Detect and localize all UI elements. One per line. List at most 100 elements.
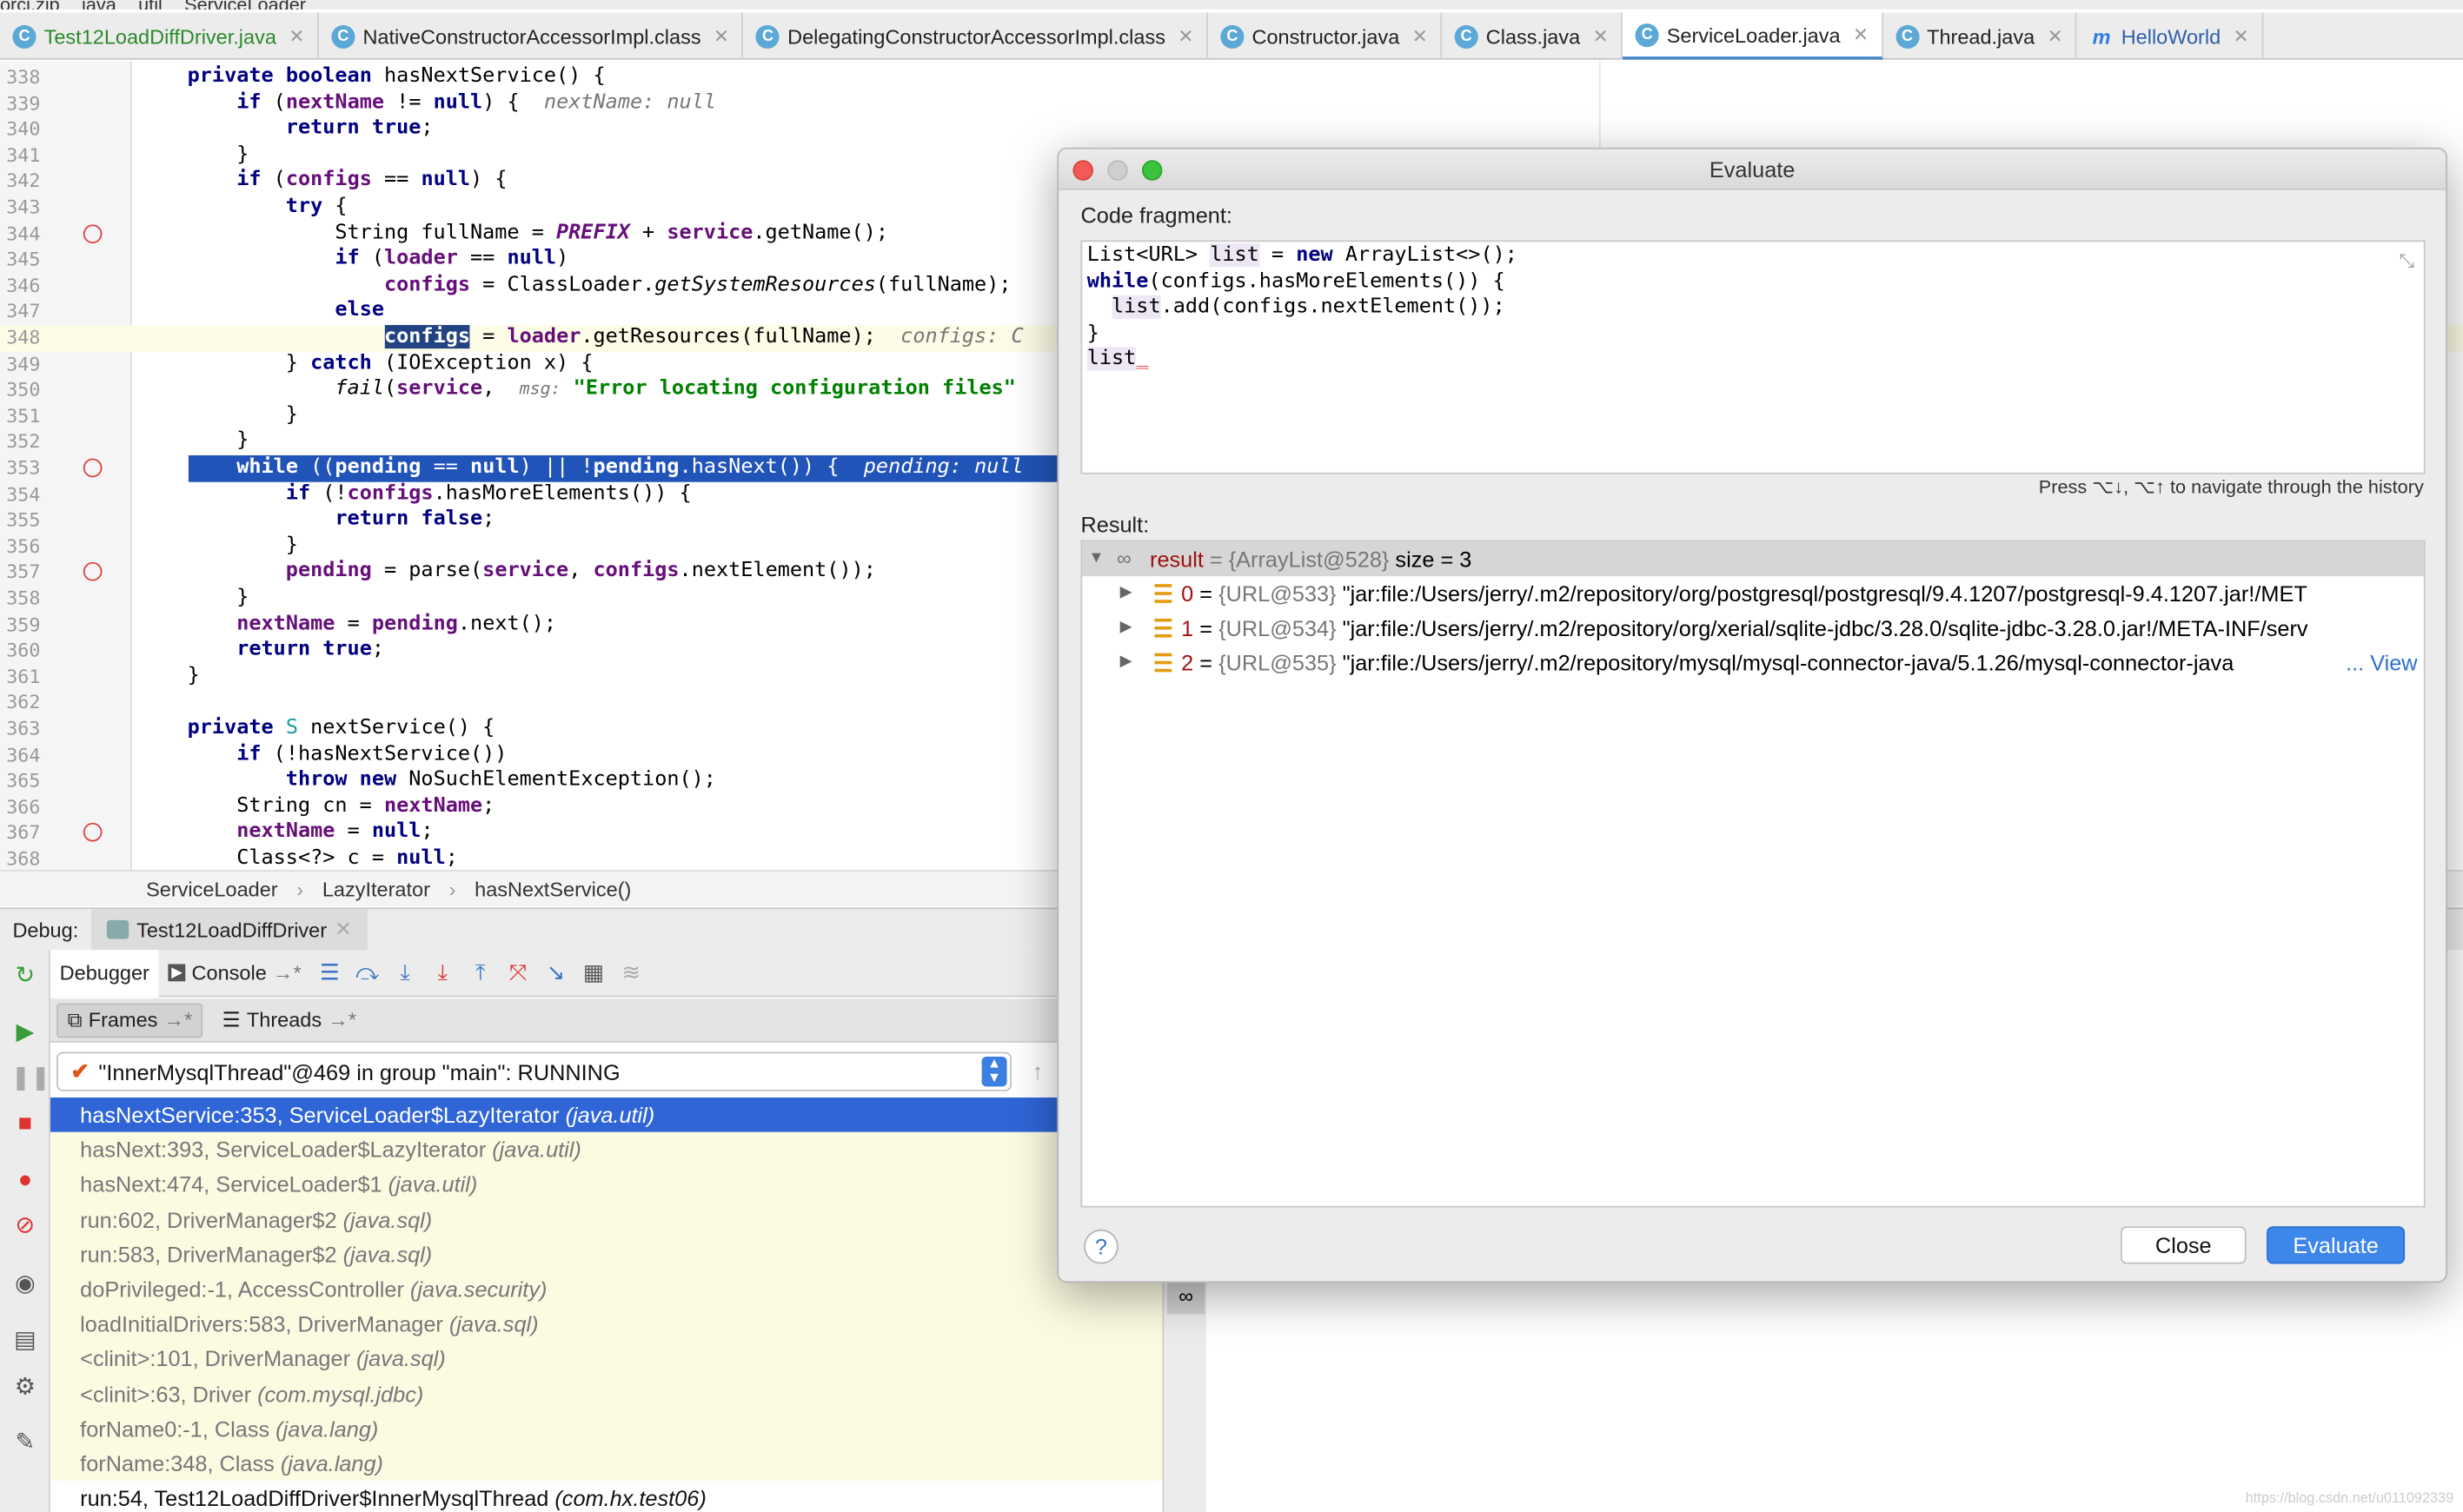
evaluate-button[interactable]: Evaluate [2267, 1226, 2406, 1264]
stack-frame[interactable]: hasNextService:353, ServiceLoader$LazyIt… [50, 1098, 1163, 1133]
tab-constructor-java[interactable]: C Constructor.java ✕ [1208, 12, 1443, 60]
close-icon[interactable]: ✕ [2048, 25, 2063, 47]
close-button[interactable]: Close [2120, 1226, 2247, 1264]
thread-selector[interactable]: ✔ "InnerMysqlThread"@469 in group "main"… [56, 1051, 1012, 1091]
view-link[interactable]: ... View [2346, 646, 2418, 680]
close-window-button[interactable] [1072, 160, 1093, 181]
breakpoint-icon[interactable] [83, 223, 103, 243]
rerun-icon[interactable]: ↻ [11, 963, 40, 991]
expand-down-icon[interactable]: ▼ [1089, 541, 1105, 576]
class-icon: C [1454, 24, 1478, 49]
tab-test12loaddiffdriver-java[interactable]: C Test12LoadDiffDriver.java ✕ [0, 12, 319, 60]
stack-frame[interactable]: loadInitialDrivers:583, DriverManager (j… [50, 1306, 1163, 1342]
breakpoint-icon[interactable] [83, 823, 103, 843]
evaluate-expression-icon[interactable]: ▦ [574, 959, 612, 986]
resume-icon[interactable]: ▶ [11, 1019, 40, 1048]
chevron-up-down-icon[interactable]: ▲ ▼ [981, 1056, 1007, 1087]
close-icon[interactable]: ✕ [1593, 25, 1609, 47]
pause-icon[interactable]: ❚❚ [11, 1064, 50, 1093]
nav-crumb[interactable]: orci.zip [0, 0, 60, 10]
close-icon[interactable]: ✕ [2234, 25, 2249, 47]
tab-class-java[interactable]: C Class.java ✕ [1442, 12, 1623, 60]
step-into-icon[interactable]: ⤓ [386, 959, 423, 986]
stack-frame[interactable]: run:602, DriverManager$2 (java.sql) [50, 1202, 1163, 1237]
close-icon[interactable]: ✕ [714, 25, 729, 47]
mute-breakpoints-icon[interactable]: ⊘ [11, 1212, 40, 1241]
close-icon[interactable]: ✕ [289, 25, 304, 47]
expand-right-icon[interactable]: ▶ [1120, 611, 1132, 646]
line-number: 356 [6, 534, 41, 558]
nav-crumb[interactable]: java [82, 0, 116, 10]
field-icon [1154, 653, 1172, 673]
code-text: pending = parse(service, configs.nextEle… [285, 559, 876, 584]
camera-icon[interactable]: ◉ [11, 1270, 40, 1299]
result-item[interactable]: ▶ 2 = {URL@535} "jar:file:/Users/jerry/.m… [1082, 646, 2424, 680]
tab-debugger[interactable]: Debugger [50, 949, 159, 997]
console-icon: ▶ [168, 964, 186, 982]
code-text: if (nextName != null) { nextName: null [236, 90, 717, 115]
tab-delegatingconstructoraccessorimpl-class[interactable]: C DelegatingConstructorAccessorImpl.class… [743, 12, 1208, 60]
code-text: nextName = null; [236, 819, 434, 845]
code-fragment-input[interactable]: List<URL> list = new ArrayList<>(); whil… [1080, 240, 2426, 474]
pin-icon[interactable]: ✎ [11, 1429, 40, 1457]
result-root-node[interactable]: ▼ ∞ result = {ArrayList@528} size = 3 [1082, 541, 2424, 577]
close-icon[interactable]: ✕ [1178, 25, 1193, 47]
tab-threads[interactable]: ☰ Threads →* [213, 1003, 366, 1038]
tab-helloworld[interactable]: m HelloWorld ✕ [2077, 12, 2264, 60]
run-to-cursor-icon[interactable]: ↘ [537, 959, 574, 986]
drop-frame-icon[interactable]: ⤧ [499, 959, 536, 986]
gear-icon[interactable]: ⚙ [11, 1374, 40, 1403]
nav-crumb[interactable]: util [138, 0, 163, 10]
maximize-window-button[interactable] [1141, 160, 1163, 181]
stop-icon[interactable]: ■ [11, 1110, 40, 1138]
collapse-icon[interactable]: ⤡ [2400, 248, 2414, 274]
breakpoint-icon[interactable] [83, 562, 103, 582]
tab-frames[interactable]: ⧉ Frames →* [56, 1002, 203, 1038]
close-icon[interactable]: ✕ [1853, 23, 1869, 45]
code-line[interactable]: 339 if (nextName != null) { nextName: nu… [0, 90, 2463, 116]
breakpoint-icon[interactable] [83, 458, 103, 478]
stack-frame[interactable]: doPrivileged:-1, AccessController (java.… [50, 1271, 1163, 1307]
breadcrumb-method[interactable]: hasNextService() [475, 877, 631, 900]
module-icon: m [2092, 24, 2111, 49]
expand-right-icon[interactable]: ▶ [1120, 646, 1132, 680]
tab-nativeconstructoraccessorimpl-class[interactable]: C NativeConstructorAccessorImpl.class ✕ [319, 12, 744, 60]
watches-icon[interactable]: ∞ [1166, 1279, 1205, 1315]
expand-right-icon[interactable]: ▶ [1120, 576, 1132, 611]
stack-frame[interactable]: hasNext:393, ServiceLoader$LazyIterator … [50, 1132, 1163, 1168]
code-line[interactable]: 338 private boolean hasNextService() { [0, 64, 2463, 90]
line-number: 367 [6, 821, 41, 845]
debug-session-tab[interactable]: Test12LoadDiffDriver ✕ [90, 908, 368, 952]
breadcrumb-class[interactable]: ServiceLoader [146, 877, 278, 900]
trace-icon[interactable]: ≋ [613, 959, 650, 986]
tab-console[interactable]: ▶ Console →* [159, 949, 311, 996]
force-step-into-icon[interactable]: ⤓ [424, 959, 461, 986]
close-icon[interactable]: ✕ [335, 917, 352, 942]
view-breakpoints-icon[interactable]: ● [11, 1167, 40, 1196]
arrow-up-icon[interactable]: ↑ [1032, 1058, 1043, 1084]
tab-label: NativeConstructorAccessorImpl.class [362, 24, 701, 49]
field-icon [1154, 584, 1172, 603]
stack-frame[interactable]: hasNext:474, ServiceLoader$1 (java.util) [50, 1167, 1163, 1203]
show-execution-point-icon[interactable]: ☰ [310, 959, 348, 986]
stack-frame[interactable]: run:583, DriverManager$2 (java.sql) [50, 1237, 1163, 1272]
step-out-icon[interactable]: ⤒ [461, 959, 499, 986]
stack-frame[interactable]: run:54, Test12LoadDiffDriver$InnerMysqlT… [50, 1481, 1163, 1512]
stack-frame[interactable]: <clinit>:63, Driver (com.mysql.jdbc) [50, 1376, 1163, 1411]
step-over-icon[interactable]: ⤼ [349, 959, 386, 986]
line-number: 345 [6, 248, 41, 271]
close-icon[interactable]: ✕ [1412, 25, 1428, 47]
result-item[interactable]: ▶ 0 = {URL@533} "jar:file:/Users/jerry/.m… [1082, 576, 2424, 611]
stack-frame[interactable]: forName0:-1, Class (java.lang) [50, 1410, 1163, 1446]
nav-crumb[interactable]: ServiceLoader [184, 0, 306, 10]
layout-icon[interactable]: ▤ [11, 1327, 40, 1356]
result-item[interactable]: ▶ 1 = {URL@534} "jar:file:/Users/jerry/.m… [1082, 611, 2424, 646]
stack-frame[interactable]: forName:348, Class (java.lang) [50, 1445, 1163, 1482]
minimize-window-button[interactable] [1107, 160, 1128, 181]
stack-frame[interactable]: <clinit>:101, DriverManager (java.sql) [50, 1341, 1163, 1376]
help-button[interactable]: ? [1084, 1229, 1119, 1264]
breadcrumb-inner-class[interactable]: LazyIterator [322, 877, 430, 900]
tab-serviceloader-java[interactable]: C ServiceLoader.java ✕ [1623, 12, 1883, 60]
tab-thread-java[interactable]: C Thread.java ✕ [1882, 12, 2078, 60]
code-line[interactable]: 340 return true; [0, 116, 2463, 143]
